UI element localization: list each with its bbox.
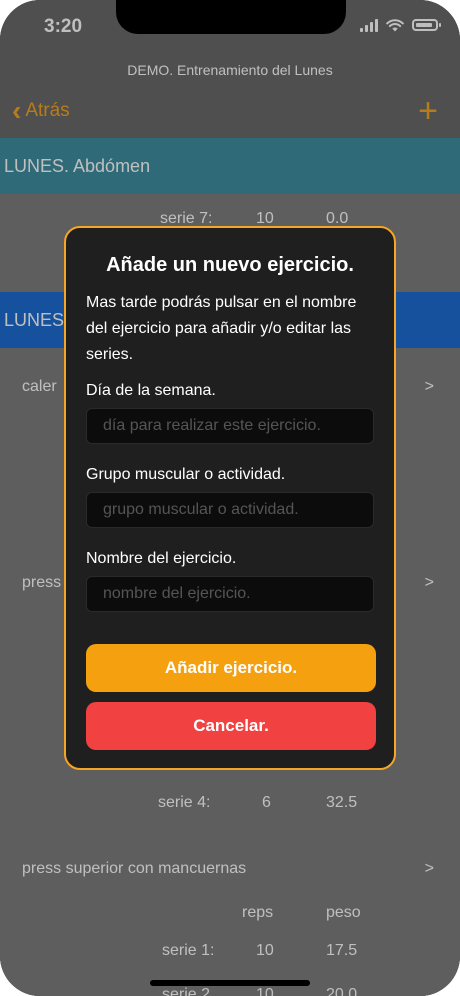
cancel-button[interactable]: Cancelar.: [86, 702, 376, 750]
group-label: Grupo muscular o actividad.: [86, 466, 286, 483]
dialog-title: Añade un nuevo ejercicio.: [106, 254, 354, 276]
add-exercise-confirm-button[interactable]: Añadir ejercicio.: [86, 644, 376, 692]
add-exercise-dialog: Añade un nuevo ejercicio. Mas tarde podr…: [64, 226, 396, 770]
dialog-message: Mas tarde podrás pulsar en el nombre del…: [86, 294, 357, 363]
group-input[interactable]: grupo muscular o actividad.: [86, 492, 374, 528]
app-screen: 3:20 DEMO. Entrenamiento del Lunes ‹ Atr…: [0, 0, 460, 996]
phone-frame: 3:20 DEMO. Entrenamiento del Lunes ‹ Atr…: [0, 0, 460, 996]
name-input[interactable]: nombre del ejercicio.: [86, 576, 374, 612]
day-label: Día de la semana.: [86, 382, 216, 399]
name-label: Nombre del ejercicio.: [86, 550, 237, 567]
day-input[interactable]: día para realizar este ejercicio.: [86, 408, 374, 444]
home-indicator[interactable]: [150, 980, 310, 986]
